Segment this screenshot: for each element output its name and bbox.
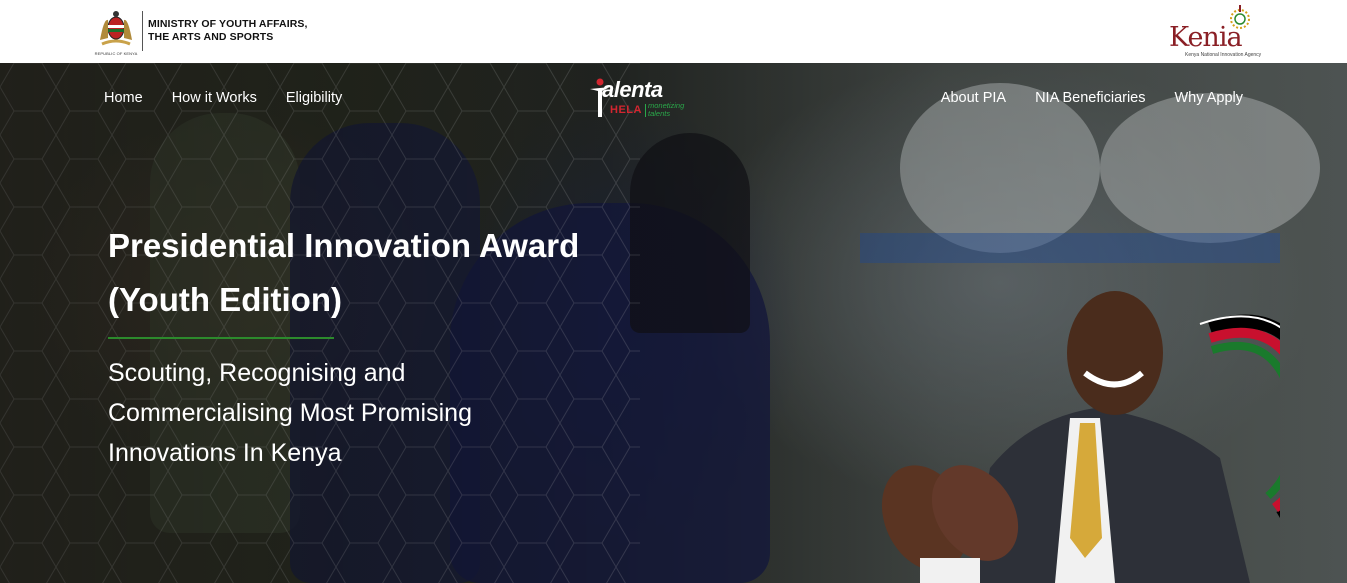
hero-subtitle-line3: Innovations In Kenya	[108, 439, 342, 467]
ministry-name: MINISTRY OF YOUTH AFFAIRS, THE ARTS AND …	[148, 18, 318, 44]
nav-right: About PIA NIA Beneficiaries Why Apply	[912, 90, 1243, 106]
talenta-wordmark: alenta	[602, 77, 663, 102]
kenia-wordmark: Kenia	[1169, 22, 1243, 53]
hero-divider	[108, 337, 334, 339]
top-header: REPUBLIC OF KENYA MINISTRY OF YOUTH AFFA…	[0, 0, 1347, 63]
coat-caption: REPUBLIC OF KENYA	[94, 51, 138, 56]
coat-of-arms-icon: REPUBLIC OF KENYA	[94, 8, 138, 56]
ministry-name-line1: MINISTRY OF YOUTH AFFAIRS,	[148, 18, 308, 30]
hero-subtitle: Scouting, Recognising and Commercialisin…	[108, 353, 588, 473]
talenta-hela: HELA	[610, 104, 642, 116]
nav-why-apply[interactable]: Why Apply	[1175, 90, 1244, 106]
hero-subtitle-line2: Commercialising Most Promising	[108, 399, 472, 427]
president-portrait-image	[881, 291, 1280, 583]
ministry-logo[interactable]: REPUBLIC OF KENYA MINISTRY OF YOUTH AFFA…	[94, 8, 318, 56]
hero-subtitle-line1: Scouting, Recognising and	[108, 359, 406, 387]
nav-home[interactable]: Home	[104, 90, 143, 106]
talenta-separator	[645, 104, 646, 117]
kenia-subtitle: Kenya National Innovation Agency	[1185, 52, 1262, 58]
nav-left: Home How it Works Eligibility	[104, 90, 371, 106]
hero-title-line1: Presidential Innovation Award	[108, 227, 580, 264]
nav-nia-beneficiaries[interactable]: NIA Beneficiaries	[1035, 90, 1145, 106]
talenta-tagline-2: talents	[648, 109, 671, 118]
nav-about-pia[interactable]: About PIA	[941, 90, 1006, 106]
talenta-tagline: monetizing talents	[648, 102, 684, 118]
hero-title: Presidential Innovation Award (Youth Edi…	[108, 219, 668, 327]
hero-title-line2: (Youth Edition)	[108, 281, 342, 318]
kenia-logo[interactable]: Kenia Kenya National Innovation Agency	[1165, 2, 1262, 61]
ministry-name-line2: THE ARTS AND SPORTS	[148, 31, 274, 43]
nav-how-it-works[interactable]: How it Works	[172, 90, 257, 106]
hero-banner: Home How it Works Eligibility alenta HEL…	[0, 63, 1347, 583]
ministry-divider	[142, 11, 143, 51]
nav-eligibility[interactable]: Eligibility	[286, 90, 342, 106]
talenta-logo[interactable]: alenta HELA monetizing talents	[588, 77, 700, 123]
